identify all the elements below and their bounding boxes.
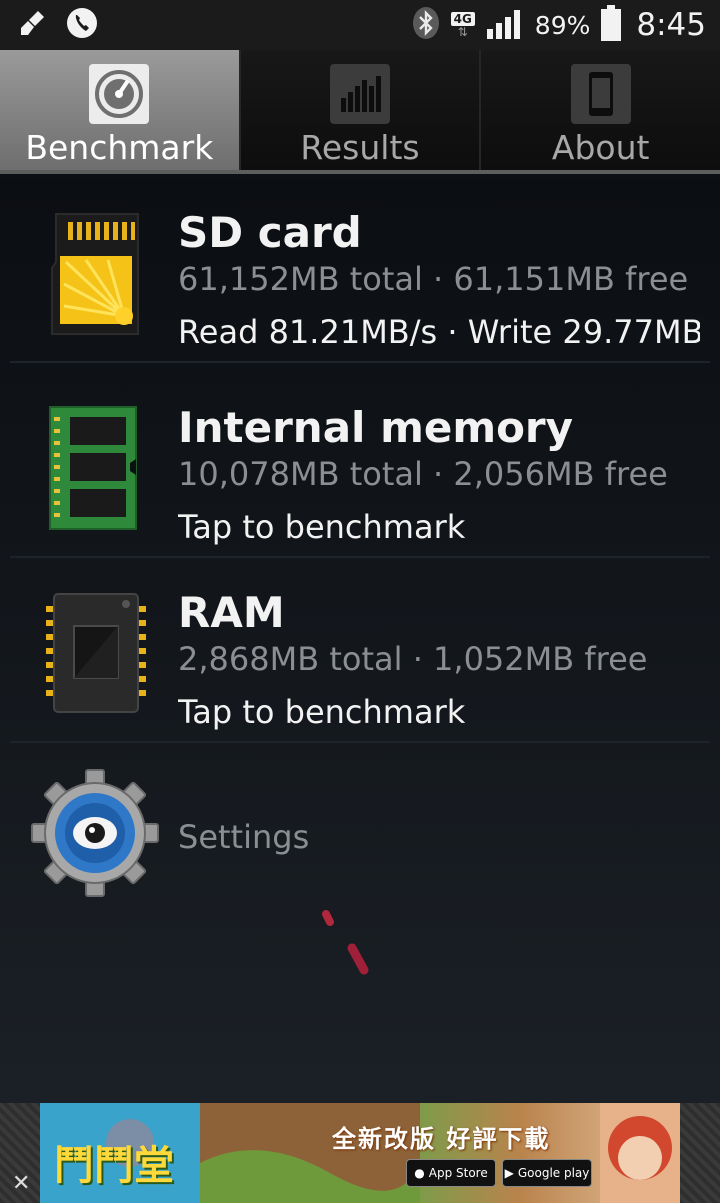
speedometer-icon xyxy=(89,64,150,124)
ad-logo-text: 鬥鬥堂 xyxy=(54,1143,174,1189)
item-subtitle: 2,868MB total · 1,052MB free xyxy=(178,640,648,678)
bar-chart-icon xyxy=(330,64,390,124)
battery-icon xyxy=(600,5,622,45)
tab-benchmark[interactable]: Benchmark xyxy=(0,50,241,170)
list-item-sd-card[interactable]: SD card 61,152MB total · 61,151MB free R… xyxy=(10,178,710,363)
apple-icon: ● xyxy=(414,1166,425,1180)
ram-chip-icon xyxy=(46,588,146,718)
touch-trace-mark xyxy=(318,908,378,982)
cleaner-icon xyxy=(18,8,48,42)
item-subtitle: 61,152MB total · 61,151MB free xyxy=(178,260,689,298)
ad-close-button[interactable]: ✕ xyxy=(12,1171,30,1196)
tab-label: About xyxy=(551,128,650,167)
ad-headline: 全新改版 好評下載 xyxy=(332,1125,551,1153)
benchmark-list: SD card 61,152MB total · 61,151MB free R… xyxy=(0,178,720,1103)
bluetooth-icon xyxy=(411,6,441,44)
list-item-internal-memory[interactable]: Internal memory 10,078MB total · 2,056MB… xyxy=(10,373,710,558)
tab-about[interactable]: About xyxy=(481,50,720,170)
item-title: Internal memory xyxy=(178,403,574,452)
status-bar: 4G ⇅ 89% 8:45 xyxy=(0,0,720,50)
ad-bar: 鬥鬥堂 全新改版 好評下載 ● App Store ▶ Google play … xyxy=(0,1103,720,1203)
signal-icon xyxy=(485,7,525,43)
play-icon: ▶ xyxy=(504,1166,514,1180)
item-status: Read 81.21MB/s · Write 29.77MB/s xyxy=(178,313,700,351)
google-play-label: Google play xyxy=(517,1166,590,1180)
google-play-button[interactable]: ▶ Google play xyxy=(502,1159,592,1187)
tab-bar: Benchmark Results About xyxy=(0,50,720,174)
sd-card-icon xyxy=(46,208,146,338)
settings-row[interactable]: Settings xyxy=(10,748,710,928)
tab-results[interactable]: Results xyxy=(240,50,482,170)
app-store-label: App Store xyxy=(428,1166,488,1180)
item-status: Tap to benchmark xyxy=(178,508,466,546)
tab-label: Results xyxy=(300,128,420,167)
ad-banner[interactable]: 鬥鬥堂 全新改版 好評下載 ● App Store ▶ Google play xyxy=(40,1103,680,1203)
tab-label: Benchmark xyxy=(25,128,214,167)
item-title: RAM xyxy=(178,588,285,637)
clock: 8:45 xyxy=(636,7,706,43)
app-store-button[interactable]: ● App Store xyxy=(406,1159,496,1187)
battery-percent: 89% xyxy=(534,10,591,40)
gear-icon xyxy=(30,768,160,898)
phone-call-icon xyxy=(66,7,98,43)
network-4g-icon: 4G ⇅ xyxy=(450,12,475,38)
item-subtitle: 10,078MB total · 2,056MB free xyxy=(178,455,668,493)
network-type: 4G xyxy=(450,12,475,26)
settings-label: Settings xyxy=(178,818,310,856)
item-title: SD card xyxy=(178,208,362,257)
phone-icon xyxy=(570,64,631,124)
memory-module-icon xyxy=(46,403,146,533)
list-item-ram[interactable]: RAM 2,868MB total · 1,052MB free Tap to … xyxy=(10,558,710,743)
item-status: Tap to benchmark xyxy=(178,693,466,731)
